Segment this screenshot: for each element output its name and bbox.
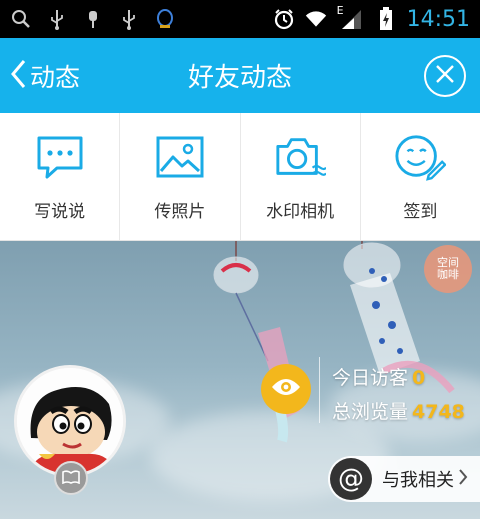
status-left [10, 8, 176, 30]
wifi-icon [305, 8, 327, 30]
action-label: 传照片 [154, 202, 206, 222]
search-icon [10, 8, 32, 30]
watermark-camera-button[interactable]: 水印相机 [241, 113, 361, 240]
avatar-cartoon-image [17, 368, 123, 474]
action-label: 签到 [403, 202, 438, 222]
battery-charging-icon [375, 7, 397, 30]
check-in-button[interactable]: 签到 [361, 113, 480, 240]
status-bar: E 14:51 [0, 0, 480, 38]
related-label: 与我相关 [382, 470, 454, 491]
close-button[interactable] [424, 55, 466, 97]
space-coffee-stamp: 空间 咖啡 [424, 245, 472, 293]
visitors-button[interactable] [261, 364, 311, 414]
eye-icon [271, 377, 301, 401]
today-visitors-label: 今日访客 [332, 367, 409, 389]
usb-icon [46, 8, 68, 30]
chat-bubble-icon [34, 131, 86, 183]
signal-icon: E [337, 4, 365, 30]
action-label: 水印相机 [266, 202, 335, 222]
total-views: 总浏览量 4748 [332, 397, 465, 424]
related-to-me-button[interactable]: @ 与我相关 [328, 456, 480, 502]
upload-photo-button[interactable]: 传照片 [120, 113, 241, 240]
smiley-pen-icon [394, 131, 447, 183]
total-views-value: 4748 [412, 401, 465, 423]
profile-cover: 空间 咖啡 今日访客 0 总浏览量 4748 @ 与我相关 [0, 241, 480, 519]
usb-debug-icon [82, 8, 104, 30]
stamp-text: 空间 咖啡 [437, 256, 459, 281]
status-right: E 14:51 [273, 4, 470, 32]
camera-icon [274, 131, 327, 183]
stats-divider [319, 357, 320, 423]
close-icon [435, 64, 455, 88]
status-time: 14:51 [406, 6, 470, 32]
action-label: 写说说 [34, 202, 86, 222]
book-icon [62, 469, 80, 488]
title-bar: 动态 好友动态 [0, 38, 480, 113]
page-title: 好友动态 [187, 63, 292, 93]
network-type-label: E [336, 4, 344, 17]
usb-icon [118, 8, 140, 30]
alarm-icon [273, 8, 295, 30]
image-icon [154, 131, 206, 183]
write-status-button[interactable]: 写说说 [0, 113, 121, 240]
at-icon: @ [330, 458, 372, 500]
qq-icon [154, 8, 176, 30]
total-views-label: 总浏览量 [332, 401, 409, 423]
today-visitors: 今日访客 0 [332, 363, 425, 390]
today-visitors-value: 0 [412, 367, 426, 389]
avatar-badge [54, 461, 88, 495]
chevron-right-icon [458, 468, 468, 490]
action-row: 写说说 传照片 水印相机 签到 [0, 113, 480, 241]
